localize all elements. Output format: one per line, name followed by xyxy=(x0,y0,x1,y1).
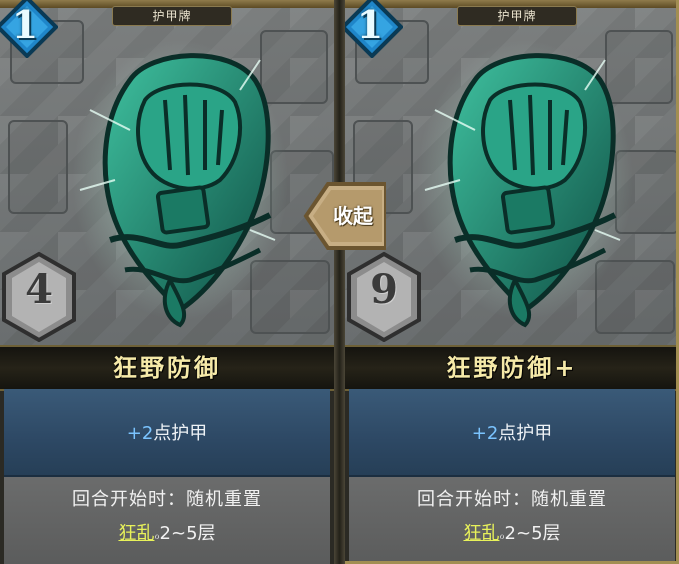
effect-suffix: 点护甲 xyxy=(498,423,553,444)
effect-number: 2 xyxy=(486,423,499,444)
keyword-stack-range: 2~5层 xyxy=(159,523,216,544)
keyword-frenzy[interactable]: 狂乱 xyxy=(463,523,499,544)
card-value: 9 xyxy=(370,266,398,313)
armor-pauldron-icon xyxy=(417,40,633,328)
card-value: 4 xyxy=(25,266,53,313)
card-divider xyxy=(334,0,345,564)
cost-gem: 1 xyxy=(0,0,58,58)
keyword-frenzy[interactable]: 狂乱 xyxy=(118,523,154,544)
effect-sign: + xyxy=(126,423,142,444)
effect-sign: + xyxy=(471,423,487,444)
collapse-label: 收起 xyxy=(333,204,373,228)
card-name: 狂野防御+ xyxy=(446,353,578,382)
description-line: 回合开始时：随机重置 xyxy=(417,489,607,510)
card-name-bar: 狂野防御+ xyxy=(345,345,679,391)
stone-block xyxy=(8,120,68,214)
effect-number: 2 xyxy=(141,423,154,444)
cost-value: 1 xyxy=(11,2,39,47)
card-effect: +2点护甲 xyxy=(349,389,675,477)
cost-value: 1 xyxy=(356,2,384,47)
card-wild-defense[interactable]: 护甲牌 1 4 狂野防御 +2点护甲 回合开始时：随机重置 狂乱ℴ2~5层 xyxy=(0,0,334,564)
card-description: 回合开始时：随机重置 狂乱ℴ2~5层 xyxy=(349,477,675,564)
card-type-label: 护甲牌 xyxy=(457,6,577,26)
description-keyword-line: 狂乱ℴ2~5层 xyxy=(349,519,675,545)
description-line: 回合开始时：随机重置 xyxy=(72,489,262,510)
card-wild-defense-plus[interactable]: 护甲牌 1 9 狂野防御+ +2点护甲 回合开始时：随机重置 狂乱ℴ2~5层 xyxy=(345,0,679,564)
effect-text: +2点护甲 xyxy=(349,419,675,445)
card-type-label: 护甲牌 xyxy=(112,6,232,26)
description-keyword-line: 狂乱ℴ2~5层 xyxy=(4,519,330,545)
card-name: 狂野防御 xyxy=(113,353,221,382)
value-badge: 9 xyxy=(347,251,421,343)
keyword-stack-range: 2~5层 xyxy=(504,523,561,544)
armor-pauldron-icon xyxy=(72,40,288,328)
card-description: 回合开始时：随机重置 狂乱ℴ2~5层 xyxy=(4,477,330,564)
value-badge: 4 xyxy=(2,251,76,343)
effect-suffix: 点护甲 xyxy=(153,423,208,444)
collapse-button[interactable]: 收起 xyxy=(302,178,388,254)
card-name-bar: 狂野防御 xyxy=(0,345,334,391)
effect-text: +2点护甲 xyxy=(4,419,330,445)
cost-gem: 1 xyxy=(345,0,403,58)
card-effect: +2点护甲 xyxy=(4,389,330,477)
